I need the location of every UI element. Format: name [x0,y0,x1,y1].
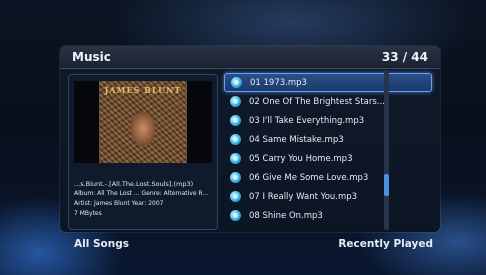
album-art-image: JAMES BLUNT [99,81,187,163]
music-file-icon [230,191,241,202]
track-item[interactable]: 07 I Really Want You.mp3 [224,187,432,206]
track-filename: ...s.Blunt.-.[All.The.Lost.Souls].(mp3) [74,180,194,188]
track-list: 01 1973.mp3 02 One Of The Brightest Star… [224,73,432,227]
music-file-icon [230,115,241,126]
track-item[interactable]: 06 Give Me Some Love.mp3 [224,168,432,187]
track-label: 05 Carry You Home.mp3 [249,153,353,164]
music-file-icon [230,172,241,183]
music-file-icon [231,77,242,88]
track-label: 03 I'll Take Everything.mp3 [249,115,365,126]
track-list-scrollbar[interactable] [384,70,389,230]
music-file-icon [230,210,241,221]
scrollbar-thumb[interactable] [384,173,389,196]
music-browser-panel: Music 33 / 44 JAMES BLUNT ...s.Blunt.-.[… [60,46,440,232]
now-playing-info-box: JAMES BLUNT ...s.Blunt.-.[All.The.Lost.S… [68,74,218,230]
item-counter: 33 / 44 [381,50,428,64]
track-item[interactable]: 02 One Of The Brightest Stars.... [224,92,432,111]
file-size: 7 MBytes [74,210,102,217]
album-genre-line: Album: All The Lost ... Genre: Alternati… [74,190,209,197]
track-item[interactable]: 05 Carry You Home.mp3 [224,149,432,168]
music-file-icon [230,134,241,145]
music-file-icon [230,96,241,107]
album-cover: JAMES BLUNT [74,81,212,163]
track-label: 07 I Really Want You.mp3 [249,191,358,202]
track-item[interactable]: 01 1973.mp3 [224,73,432,92]
track-item[interactable]: 08 Shine On.mp3 [224,206,432,225]
track-item[interactable]: 03 I'll Take Everything.mp3 [224,111,432,130]
track-label: 01 1973.mp3 [250,77,307,88]
album-art-text: JAMES BLUNT [104,85,182,95]
track-label: 08 Shine On.mp3 [249,210,323,221]
recently-played-button[interactable]: Recently Played [338,238,433,250]
track-label: 02 One Of The Brightest Stars.... [249,96,388,107]
track-item[interactable]: 04 Same Mistake.mp3 [224,130,432,149]
page-title: Music [72,50,111,64]
track-metadata: ...s.Blunt.-.[All.The.Lost.Souls].(mp3) … [74,179,214,219]
artist-year-line: Artist: James Blunt Year: 2007 [74,200,164,207]
track-label: 04 Same Mistake.mp3 [249,134,344,145]
track-label: 06 Give Me Some Love.mp3 [249,172,369,183]
panel-header: Music 33 / 44 [60,46,440,69]
music-file-icon [230,153,241,164]
all-songs-button[interactable]: All Songs [74,238,129,250]
